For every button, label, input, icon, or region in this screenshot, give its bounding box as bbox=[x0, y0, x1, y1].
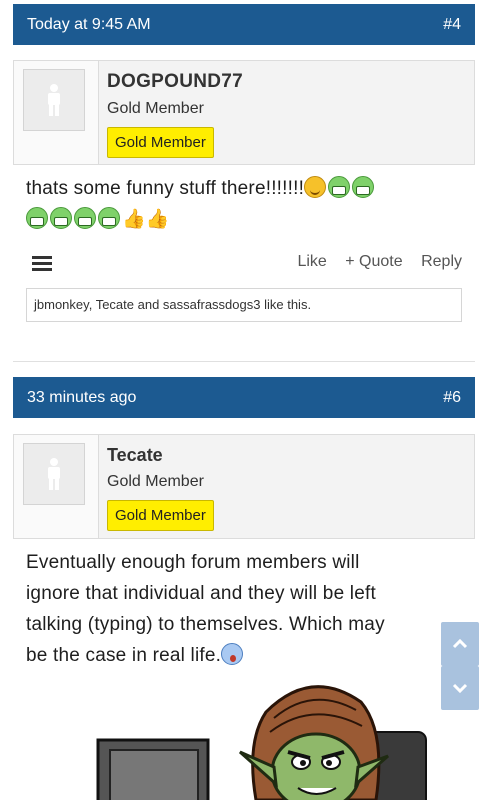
default-avatar-icon bbox=[48, 458, 60, 490]
grin-emoji-icon bbox=[352, 176, 375, 198]
user-info-box: DOGPOUND77 Gold Member Gold Member bbox=[13, 60, 475, 165]
post-header: Today at 9:45 AM #4 bbox=[13, 4, 475, 45]
post-number[interactable]: #6 bbox=[443, 389, 461, 407]
liker-link[interactable]: jbmonkey bbox=[34, 297, 89, 312]
username[interactable]: Tecate bbox=[107, 445, 214, 466]
likes-summary: jbmonkey, Tecate and sassafrassdogs3 lik… bbox=[26, 288, 462, 322]
post-message: Eventually enough forum members will ign… bbox=[26, 547, 385, 671]
likes-and: and bbox=[134, 297, 163, 312]
quote-button[interactable]: + Quote bbox=[345, 253, 402, 270]
like-button[interactable]: Like bbox=[297, 253, 326, 270]
chevron-down-icon bbox=[452, 683, 468, 693]
user-badge: Gold Member bbox=[107, 127, 214, 158]
user-title: Gold Member bbox=[107, 100, 204, 117]
grin-emoji-icon bbox=[328, 176, 351, 198]
chevron-up-icon bbox=[452, 639, 468, 649]
grin-emoji-icon bbox=[74, 207, 96, 229]
menu-icon[interactable] bbox=[32, 256, 52, 274]
thumbs-up-icon: 👍 bbox=[145, 209, 170, 230]
thumbs-up-icon: 👍 bbox=[122, 209, 146, 230]
message-line: talking (typing) to themselves. Which ma… bbox=[26, 614, 385, 635]
goblin-computer-image bbox=[96, 685, 427, 800]
liker-link[interactable]: Tecate bbox=[96, 297, 134, 312]
message-line: be the case in real life. bbox=[26, 645, 222, 666]
liker-link[interactable]: sassafrassdogs3 bbox=[163, 297, 261, 312]
user-badge: Gold Member bbox=[107, 500, 214, 531]
post-number[interactable]: #4 bbox=[443, 16, 461, 34]
user-title: Gold Member bbox=[107, 473, 204, 490]
shocked-emoji-icon bbox=[221, 643, 244, 665]
avatar[interactable] bbox=[23, 443, 85, 505]
grin-emoji-icon bbox=[26, 207, 48, 229]
post-time[interactable]: 33 minutes ago bbox=[27, 389, 136, 407]
avatar-frame bbox=[14, 435, 99, 538]
likes-separator: , bbox=[88, 297, 96, 312]
post-message: thats some funny stuff there!!!!!!! 👍👍 bbox=[26, 173, 376, 235]
avatar[interactable] bbox=[23, 69, 85, 131]
post-divider bbox=[13, 361, 475, 362]
likes-suffix: like this. bbox=[260, 297, 312, 312]
grin-emoji-icon bbox=[50, 207, 72, 229]
message-line: Eventually enough forum members will bbox=[26, 552, 360, 573]
message-line: ignore that individual and they will be … bbox=[26, 583, 376, 604]
reply-button[interactable]: Reply bbox=[421, 253, 462, 270]
post-header: 33 minutes ago #6 bbox=[13, 377, 475, 418]
smile-emoji-icon bbox=[304, 176, 327, 198]
avatar-frame bbox=[14, 61, 99, 164]
post-time[interactable]: Today at 9:45 AM bbox=[27, 16, 151, 34]
scroll-up-button[interactable] bbox=[441, 622, 479, 666]
user-info-box: Tecate Gold Member Gold Member bbox=[13, 434, 475, 539]
default-avatar-icon bbox=[48, 84, 60, 116]
grin-emoji-icon bbox=[98, 207, 120, 229]
username[interactable]: DOGPOUND77 bbox=[107, 71, 243, 93]
message-text: thats some funny stuff there!!!!!!! bbox=[26, 178, 305, 199]
post-actions: Like + Quote Reply bbox=[28, 253, 462, 277]
scroll-down-button[interactable] bbox=[441, 666, 479, 710]
embedded-image[interactable] bbox=[26, 672, 436, 800]
